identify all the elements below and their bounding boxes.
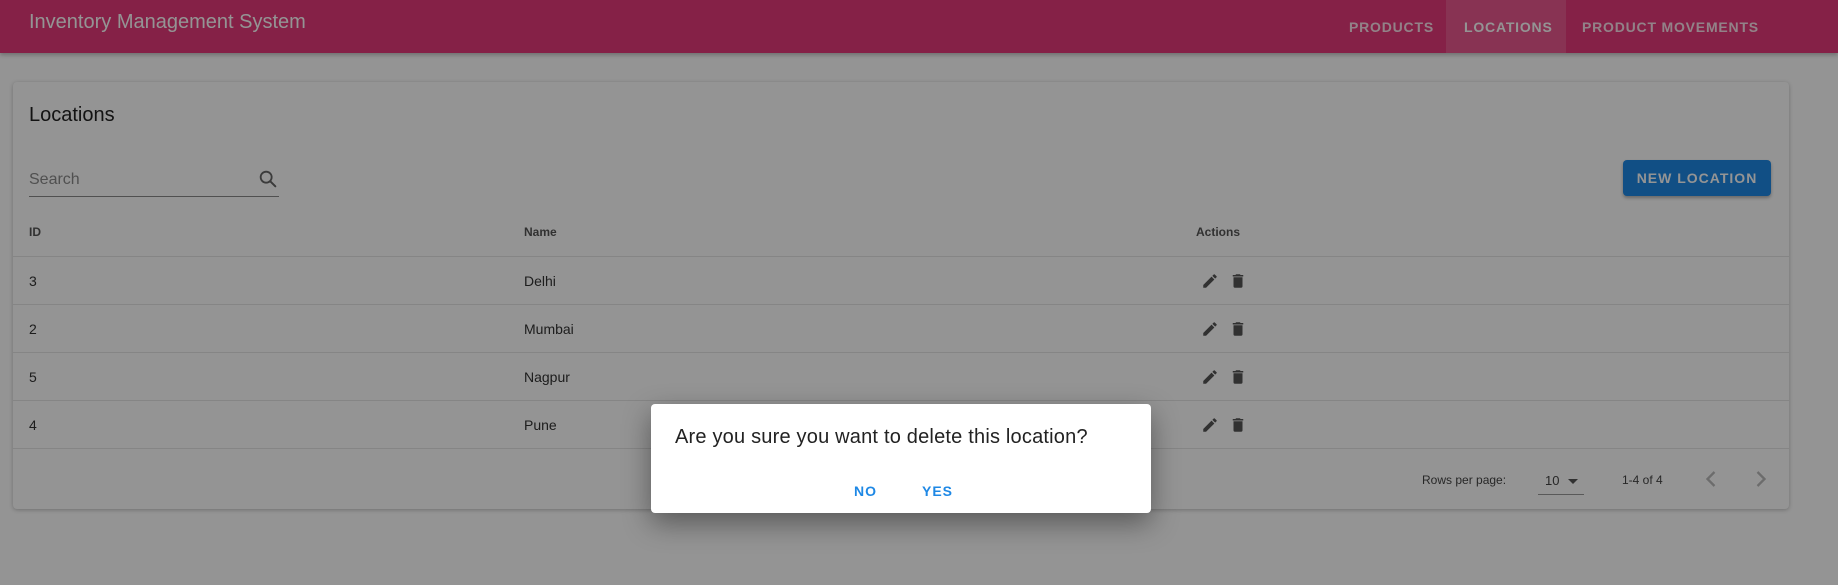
no-button[interactable]: NO	[842, 475, 889, 507]
yes-button[interactable]: YES	[910, 475, 965, 507]
confirm-delete-dialog: Are you sure you want to delete this loc…	[651, 404, 1151, 513]
dialog-message: Are you sure you want to delete this loc…	[675, 426, 1088, 448]
